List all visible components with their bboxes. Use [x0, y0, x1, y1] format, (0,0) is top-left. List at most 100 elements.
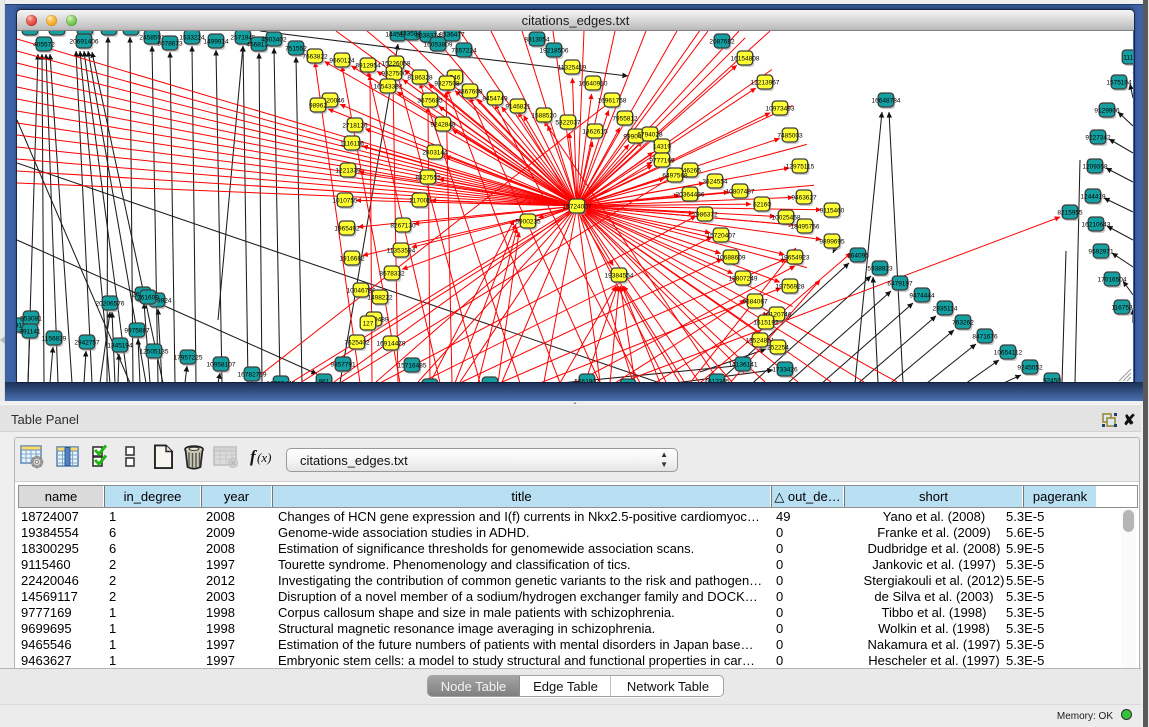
svg-text:10973493: 10973493 — [766, 105, 795, 112]
svg-text:17957225: 17957225 — [174, 354, 203, 361]
svg-text:1221339: 1221339 — [335, 167, 361, 174]
svg-text:10688609: 10688609 — [717, 254, 746, 261]
svg-text:9245052: 9245052 — [1017, 364, 1043, 371]
svg-text:2867825: 2867825 — [17, 31, 43, 32]
svg-text:5938923: 5938923 — [867, 265, 893, 272]
svg-text:8912954: 8912954 — [355, 62, 381, 69]
svg-text:763262: 763262 — [952, 319, 974, 326]
svg-text:19218506: 19218506 — [540, 47, 569, 54]
svg-text:2803144: 2803144 — [422, 149, 448, 156]
svg-text:(x): (x) — [257, 450, 271, 465]
svg-text:1733426: 1733426 — [772, 366, 798, 373]
svg-text:8267130: 8267130 — [390, 222, 416, 229]
svg-text:6497568: 6497568 — [662, 172, 688, 179]
svg-text:10654112: 10654112 — [994, 349, 1023, 356]
svg-text:12213967: 12213967 — [751, 79, 780, 86]
svg-text:3624554: 3624554 — [702, 178, 728, 185]
svg-text:9660124: 9660124 — [329, 57, 355, 64]
svg-text:14319: 14319 — [653, 143, 671, 150]
svg-text:11353594: 11353594 — [387, 247, 416, 254]
svg-text:252254: 252254 — [767, 344, 789, 351]
svg-text:9463627: 9463627 — [791, 194, 817, 201]
svg-text:3675685: 3675685 — [417, 97, 443, 104]
svg-text:9899695: 9899695 — [819, 238, 845, 245]
svg-text:5661907: 5661907 — [574, 378, 600, 382]
svg-text:961: 961 — [319, 378, 330, 382]
svg-text:1116116: 1116116 — [340, 140, 364, 147]
svg-text:1156829: 1156829 — [42, 335, 67, 342]
svg-text:10046786: 10046786 — [347, 287, 376, 294]
svg-text:15716485: 15716485 — [398, 362, 427, 369]
svg-text:9857791: 9857791 — [330, 361, 356, 368]
svg-text:18495756: 18495756 — [791, 223, 820, 230]
svg-text:12505135: 12505135 — [140, 348, 169, 355]
svg-text:6479197: 6479197 — [887, 280, 913, 287]
svg-text:16961758: 16961758 — [598, 97, 627, 104]
svg-text:8471676: 8471676 — [972, 333, 998, 340]
svg-text:7663822: 7663822 — [302, 53, 328, 60]
svg-text:12975115: 12975115 — [786, 163, 815, 170]
svg-text:20364436: 20364436 — [676, 191, 705, 198]
svg-text:8536477: 8536477 — [439, 31, 465, 38]
svg-text:15720407: 15720407 — [707, 232, 736, 239]
svg-text:4744854: 4744854 — [118, 31, 144, 32]
svg-text:7557224: 7557224 — [451, 47, 477, 54]
svg-text:17016504: 17016504 — [1098, 276, 1127, 283]
svg-text:751552: 751552 — [285, 45, 307, 52]
svg-text:1112: 1112 — [1123, 54, 1133, 61]
svg-text:98962: 98962 — [309, 102, 327, 109]
svg-text:9115460: 9115460 — [820, 207, 845, 214]
svg-text:9975887: 9975887 — [124, 327, 150, 334]
svg-text:2087682: 2087682 — [709, 38, 735, 45]
svg-text:16640910: 16640910 — [579, 80, 608, 87]
svg-text:1244419: 1244419 — [1080, 193, 1106, 200]
svg-text:4903402: 4903402 — [261, 36, 287, 43]
svg-text:5900235: 5900235 — [515, 218, 541, 225]
svg-text:593021: 593021 — [479, 381, 501, 382]
svg-text:19654923: 19654923 — [781, 254, 810, 261]
svg-text:19384554: 19384554 — [605, 272, 634, 279]
svg-text:8813054: 8813054 — [524, 36, 550, 43]
svg-text:16914479: 16914479 — [377, 340, 406, 347]
svg-text:9777169: 9777169 — [649, 157, 675, 164]
svg-text:1499914: 1499914 — [203, 38, 229, 45]
svg-text:391141: 391141 — [19, 328, 41, 335]
svg-text:62160: 62160 — [753, 201, 771, 208]
svg-text:8186328: 8186328 — [407, 74, 433, 81]
svg-text:1419610: 1419610 — [44, 31, 70, 32]
svg-text:116753: 116753 — [1111, 304, 1133, 311]
svg-text:261609: 261609 — [137, 294, 159, 301]
svg-text:7986372: 7986372 — [692, 211, 718, 218]
svg-text:8215955: 8215955 — [1057, 209, 1083, 216]
svg-text:8078673: 8078673 — [157, 40, 183, 47]
svg-text:10958107: 10958107 — [207, 361, 236, 368]
svg-text:1010755: 1010755 — [332, 197, 358, 204]
svg-text:8678332: 8678332 — [379, 270, 405, 277]
svg-text:2718126: 2718126 — [342, 122, 368, 129]
svg-text:9242848: 9242848 — [430, 121, 456, 128]
svg-text:405572: 405572 — [33, 41, 55, 48]
svg-text:16154808: 16154808 — [731, 55, 760, 62]
svg-text:20691406: 20691406 — [70, 38, 99, 45]
svg-text:9129906: 9129906 — [1094, 107, 1120, 114]
svg-text:7955812: 7955812 — [612, 115, 638, 122]
svg-text:553081: 553081 — [20, 315, 42, 322]
svg-text:1533224: 1533224 — [179, 34, 205, 41]
svg-text:14136141: 14136141 — [729, 361, 758, 368]
svg-text:1575104: 1575104 — [1106, 79, 1132, 86]
svg-text:6794028: 6794028 — [637, 131, 663, 138]
svg-text:127: 127 — [363, 320, 374, 327]
svg-text:164095: 164095 — [847, 252, 869, 259]
svg-text:10807487: 10807487 — [726, 188, 755, 195]
svg-text:9474444: 9474444 — [909, 292, 935, 299]
svg-text:92450: 92450 — [1043, 377, 1061, 382]
svg-text:1362615: 1362615 — [582, 128, 608, 135]
svg-text:19756928: 19756928 — [776, 283, 805, 290]
svg-text:7485003: 7485003 — [777, 132, 803, 139]
svg-text:2867608: 2867608 — [457, 88, 483, 95]
svg-text:16210643: 16210643 — [1082, 221, 1111, 228]
svg-text:1588520: 1588520 — [531, 112, 557, 119]
svg-text:2942757: 2942757 — [74, 339, 100, 346]
svg-text:2935114: 2935114 — [933, 305, 958, 312]
svg-text:4612365: 4612365 — [704, 378, 730, 382]
